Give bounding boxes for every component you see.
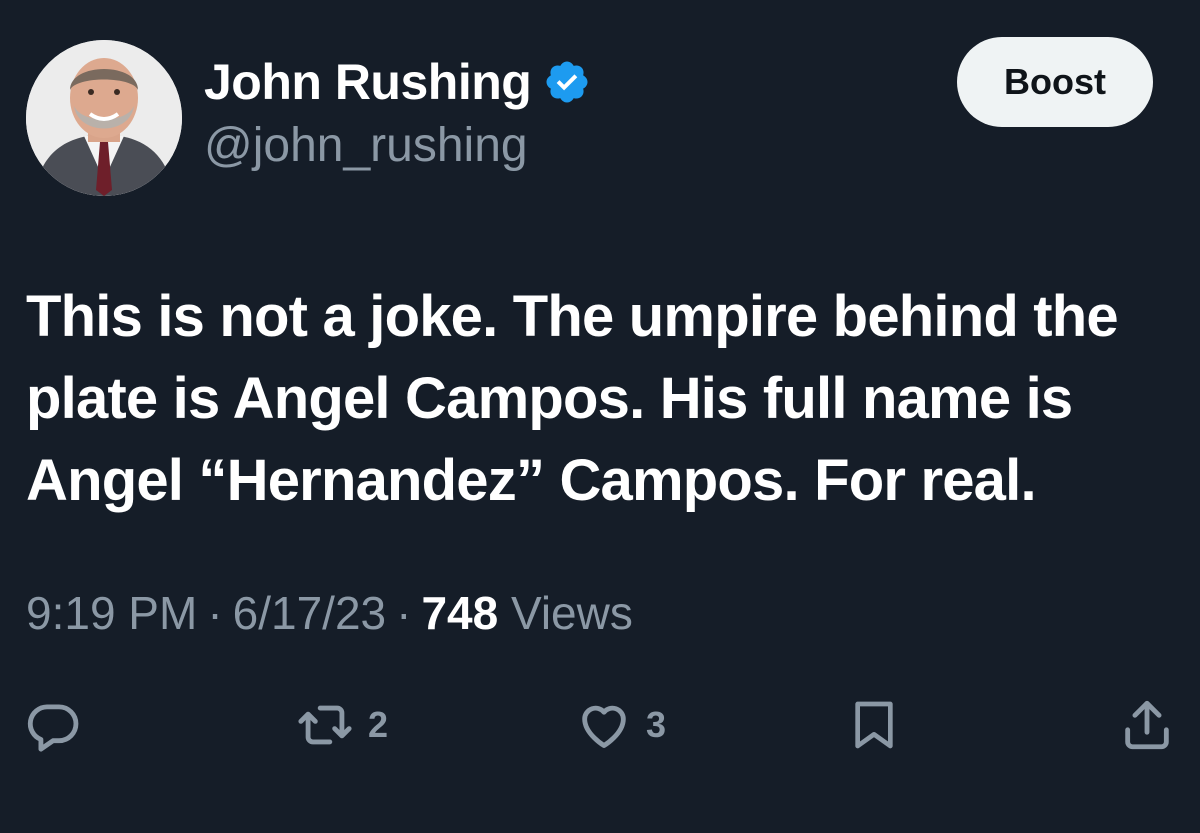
tweet-date[interactable]: 6/17/23 — [233, 586, 386, 640]
tweet-meta: 9:19 PM · 6/17/23 · 748 Views — [26, 586, 633, 640]
heart-icon — [582, 705, 626, 748]
action-bar: 2 3 — [0, 690, 1200, 770]
tweet-text-line: plate is Angel Campos. His full name is — [26, 366, 1073, 431]
meta-separator: · — [207, 587, 223, 639]
bookmark-button[interactable] — [846, 690, 902, 760]
tweet-text: This is not a joke. The umpire behind th… — [26, 276, 1176, 522]
tweet-card: John Rushing @john_rushing Boost This is… — [0, 0, 1200, 833]
like-button[interactable]: 3 — [574, 690, 666, 760]
reply-button[interactable] — [24, 690, 82, 760]
avatar[interactable] — [26, 40, 182, 196]
bookmark-icon — [855, 701, 893, 749]
retweet-icon — [298, 705, 352, 745]
share-icon — [1125, 700, 1169, 750]
tweet-text-line: Angel “Hernandez” Campos. For real. — [26, 448, 1037, 513]
share-button[interactable] — [1118, 690, 1176, 760]
author-display-name[interactable]: John Rushing — [204, 53, 532, 111]
like-count: 3 — [646, 704, 667, 745]
tweet-text-line: This is not a joke. The umpire behind th… — [26, 284, 1119, 349]
retweet-button[interactable]: 2 — [294, 690, 388, 760]
boost-button[interactable]: Boost — [957, 37, 1153, 127]
reply-icon — [27, 704, 79, 752]
verified-badge-icon — [543, 58, 591, 106]
avatar-image — [26, 40, 182, 196]
author-handle[interactable]: @john_rushing — [204, 118, 528, 173]
author-name-row[interactable]: John Rushing — [204, 52, 591, 112]
views-count: 748 — [421, 587, 499, 639]
meta-separator: · — [396, 587, 412, 639]
tweet-time[interactable]: 9:19 PM — [26, 586, 197, 640]
retweet-count: 2 — [368, 704, 389, 745]
views-label: Views — [510, 587, 633, 639]
